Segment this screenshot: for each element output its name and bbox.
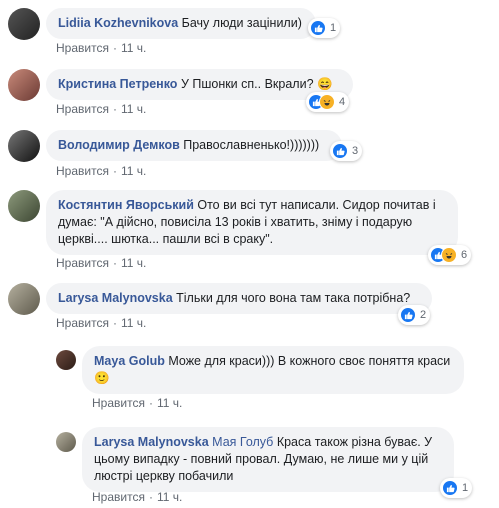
avatar[interactable]: [8, 130, 40, 162]
avatar[interactable]: [8, 69, 40, 101]
reply-meta: Нравится · 11 ч.: [92, 396, 183, 410]
reply-mention[interactable]: Мая Голуб: [212, 435, 273, 449]
avatar[interactable]: [8, 8, 40, 40]
reaction-count: 4: [339, 96, 346, 108]
like-icon: [400, 307, 416, 323]
like-link[interactable]: Нравится: [56, 316, 109, 330]
comment-bubble: Володимир Демков Православненько!))))))): [46, 130, 342, 161]
timestamp[interactable]: 11 ч.: [121, 256, 146, 270]
reply-author[interactable]: Larysa Malynovska: [94, 435, 209, 449]
reply-meta: Нравится · 11 ч.: [92, 490, 183, 504]
like-icon: [332, 143, 348, 159]
like-link[interactable]: Нравится: [92, 490, 145, 504]
like-icon: [310, 20, 326, 36]
reactions[interactable]: 1: [308, 18, 341, 38]
comment-meta: Нравится · 11 ч.: [56, 164, 147, 178]
comment-author[interactable]: Lidiia Kozhevnikova: [58, 16, 178, 30]
timestamp[interactable]: 11 ч.: [157, 396, 182, 410]
reaction-count: 1: [330, 22, 337, 34]
timestamp[interactable]: 11 ч.: [121, 316, 146, 330]
like-link[interactable]: Нравится: [56, 164, 109, 178]
timestamp[interactable]: 11 ч.: [121, 41, 146, 55]
reactions[interactable]: 6: [428, 245, 472, 265]
avatar[interactable]: [56, 432, 76, 452]
avatar[interactable]: [8, 283, 40, 315]
avatar[interactable]: [56, 350, 76, 370]
comment-author[interactable]: Кристина Петренко: [58, 77, 177, 91]
comment-text: У Пшонки сп.. Вкрали? 😄: [180, 77, 333, 91]
timestamp[interactable]: 11 ч.: [121, 102, 146, 116]
reply-author[interactable]: Maya Golub: [94, 354, 165, 368]
timestamp[interactable]: 11 ч.: [157, 490, 182, 504]
avatar[interactable]: [8, 190, 40, 222]
reply-bubble: Larysa Malynovska Мая Голуб Краса також …: [82, 427, 454, 492]
comment-author[interactable]: Костянтин Яворський: [58, 198, 194, 212]
like-link[interactable]: Нравится: [56, 102, 109, 116]
like-link[interactable]: Нравится: [56, 256, 109, 270]
comment-bubble: Костянтин Яворський Ото ви всі тут напис…: [46, 190, 458, 255]
reaction-count: 1: [462, 482, 469, 494]
like-link[interactable]: Нравится: [56, 41, 109, 55]
comment-text: Православненько!))))))): [183, 138, 320, 152]
reaction-count: 3: [352, 145, 359, 157]
comment-author[interactable]: Larysa Malynovska: [58, 291, 173, 305]
reactions[interactable]: 2: [398, 305, 431, 325]
haha-icon: [441, 247, 457, 263]
comment-meta: Нравится · 11 ч.: [56, 256, 147, 270]
reactions[interactable]: 3: [330, 141, 363, 161]
comment-text: Тільки для чого вона там така потрібна?: [176, 291, 411, 305]
like-link[interactable]: Нравится: [92, 396, 145, 410]
reactions[interactable]: 4: [306, 92, 350, 112]
comment-author[interactable]: Володимир Демков: [58, 138, 180, 152]
like-icon: [442, 480, 458, 496]
reactions[interactable]: 1: [440, 478, 473, 498]
comment-meta: Нравится · 11 ч.: [56, 41, 147, 55]
reply-bubble: Maya Golub Може для краси))) В кожного с…: [82, 346, 464, 394]
reaction-count: 6: [461, 249, 468, 261]
comment-text: Бачу люди зацінили): [181, 16, 302, 30]
comment-meta: Нравится · 11 ч.: [56, 316, 147, 330]
comment-bubble: Larysa Malynovska Тільки для чого вона т…: [46, 283, 432, 314]
reaction-count: 2: [420, 309, 427, 321]
haha-icon: [319, 94, 335, 110]
comment-meta: Нравится · 11 ч.: [56, 102, 147, 116]
comment-bubble: Lidiia Kozhevnikova Бачу люди зацінили): [46, 8, 316, 39]
timestamp[interactable]: 11 ч.: [121, 164, 146, 178]
